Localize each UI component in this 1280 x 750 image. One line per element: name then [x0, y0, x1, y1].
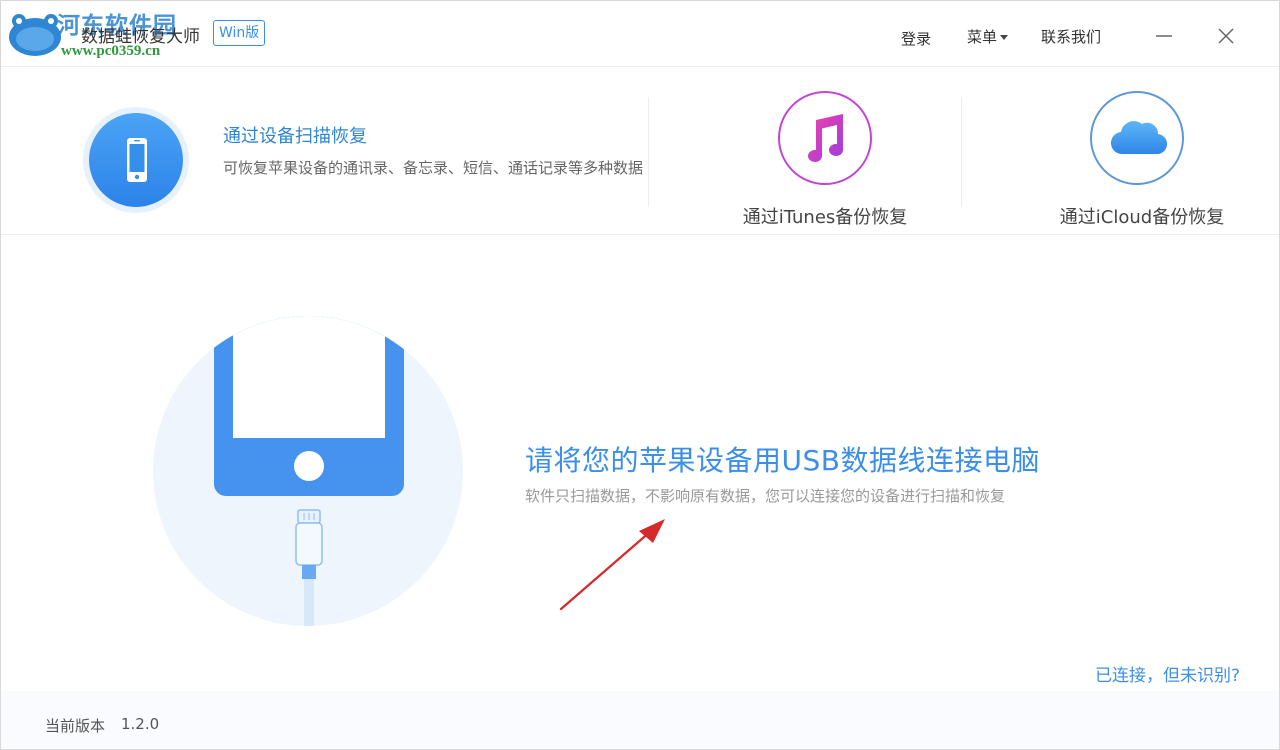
close-icon	[1218, 28, 1234, 44]
main-panel: 请将您的苹果设备用USB数据线连接电脑 软件只扫描数据，不影响原有数据，您可以连…	[1, 236, 1279, 691]
minimize-icon	[1156, 35, 1172, 37]
login-link[interactable]: 登录	[901, 28, 931, 49]
minimize-button[interactable]	[1151, 23, 1177, 49]
mode-divider	[961, 97, 962, 207]
iphone-usb-icon	[214, 316, 404, 626]
mode-divider	[648, 97, 649, 207]
itunes-backup-mode[interactable]: 通过iTunes备份恢复	[701, 89, 949, 229]
scan-mode-description: 可恢复苹果设备的通讯录、备忘录、短信、通话记录等多种数据	[223, 159, 644, 177]
connect-device-illustration	[153, 316, 463, 626]
connected-not-recognized-link[interactable]: 已连接，但未识别?	[1095, 661, 1240, 686]
footer-bar: 当前版本 1.2.0	[1, 691, 1279, 749]
title-bar: 河东软件园 数据蛙恢复大师 Win版 www.pc0359.cn 登录 菜单 联…	[1, 1, 1279, 67]
connect-prompt-title: 请将您的苹果设备用USB数据线连接电脑	[525, 444, 1040, 477]
menu-label: 菜单	[967, 28, 998, 46]
icloud-mode-label: 通过iCloud备份恢复	[1059, 207, 1225, 228]
chevron-down-icon	[1000, 35, 1009, 40]
watermark-url: www.pc0359.cn	[61, 43, 161, 59]
menu-dropdown[interactable]: 菜单	[967, 26, 1009, 47]
platform-badge: Win版	[213, 20, 266, 46]
cloud-icon	[1110, 121, 1168, 155]
icloud-backup-mode[interactable]: 通过iCloud备份恢复	[1013, 89, 1271, 229]
version-number: 1.2.0	[121, 715, 160, 733]
close-button[interactable]	[1213, 23, 1239, 49]
iphone-icon	[127, 138, 147, 182]
itunes-mode-label: 通过iTunes备份恢复	[742, 207, 908, 228]
music-note-icon	[808, 114, 843, 162]
annotation-arrow-icon	[559, 519, 665, 611]
app-window: 河东软件园 数据蛙恢复大师 Win版 www.pc0359.cn 登录 菜单 联…	[0, 0, 1280, 750]
contact-us-link[interactable]: 联系我们	[1041, 26, 1101, 47]
scan-device-mode[interactable]: 通过设备扫描恢复 可恢复苹果设备的通讯录、备忘录、短信、通话记录等多种数据	[79, 105, 643, 215]
version-label: 当前版本	[45, 717, 106, 735]
scan-icon-circle	[89, 113, 183, 207]
scan-mode-title: 通过设备扫描恢复	[223, 126, 367, 147]
recovery-modes: 通过设备扫描恢复 可恢复苹果设备的通讯录、备忘录、短信、通话记录等多种数据 通过…	[1, 67, 1279, 235]
